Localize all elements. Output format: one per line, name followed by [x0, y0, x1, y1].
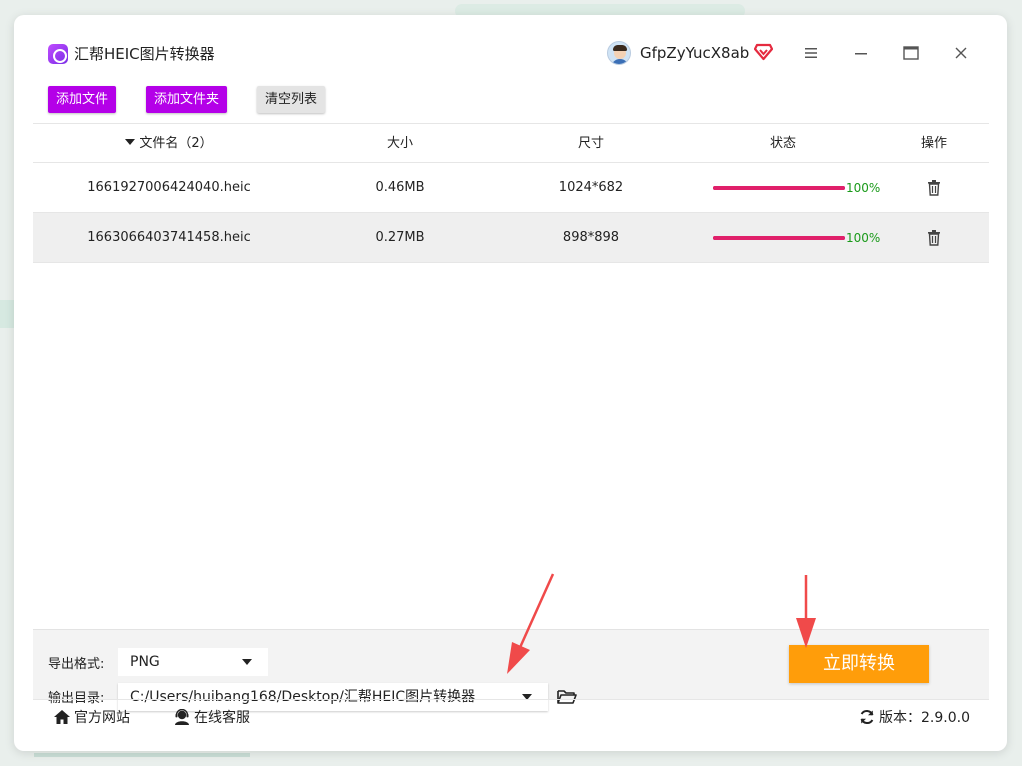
progress-bar: [713, 186, 845, 190]
home-icon: [54, 710, 70, 724]
add-folder-button[interactable]: 添加文件夹: [146, 86, 227, 113]
official-website-link[interactable]: 官方网站: [53, 708, 130, 728]
annotation-arrow-icon: [507, 573, 555, 674]
version-info[interactable]: 版本：2.9.0.0: [859, 708, 970, 728]
table-header: 文件名（2） 大小 尺寸 状态 操作: [33, 123, 989, 163]
online-support-link[interactable]: 在线客服: [173, 708, 250, 728]
online-support-label: 在线客服: [194, 710, 250, 726]
official-website-label: 官方网站: [74, 710, 130, 726]
footer: 官方网站 在线客服 版本：2.9.0.0: [33, 699, 989, 735]
trash-icon[interactable]: [927, 180, 941, 196]
file-size: 0.27MB: [375, 230, 425, 245]
table-row[interactable]: 1663066403741458.heic 0.27MB 898*898 100…: [33, 213, 989, 263]
close-icon[interactable]: [950, 42, 972, 64]
file-name: 1663066403741458.heic: [87, 230, 251, 245]
table-row[interactable]: 1661927006424040.heic 0.46MB 1024*682 10…: [33, 163, 989, 213]
add-file-button[interactable]: 添加文件: [48, 86, 116, 113]
column-header-name[interactable]: 文件名（2）: [33, 135, 305, 153]
progress-bar: [713, 236, 845, 240]
title-bar: 汇帮HEIC图片转换器 GfpZyYucX8ab: [14, 15, 1007, 73]
column-header-name-label: 文件名（2）: [139, 136, 213, 151]
menu-icon[interactable]: [800, 42, 822, 64]
file-name: 1661927006424040.heic: [87, 180, 251, 195]
app-logo-icon: [48, 44, 68, 64]
file-size: 0.46MB: [375, 180, 425, 195]
column-header-status: 状态: [769, 136, 796, 151]
format-label: 导出格式:: [48, 657, 105, 672]
maximize-icon[interactable]: [900, 42, 922, 64]
column-header-size: 大小: [386, 136, 413, 151]
format-select[interactable]: PNG: [118, 648, 268, 676]
file-dimensions: 1024*682: [558, 180, 624, 195]
sort-down-icon[interactable]: [125, 139, 136, 145]
vip-diamond-icon[interactable]: [754, 43, 773, 61]
refresh-icon: [860, 709, 874, 725]
progress-text: 100%: [846, 181, 881, 195]
file-dimensions: 898*898: [562, 230, 620, 245]
username[interactable]: GfpZyYucX8ab: [640, 43, 749, 63]
chevron-down-icon[interactable]: [242, 659, 252, 665]
user-avatar[interactable]: [607, 41, 631, 65]
clear-list-button[interactable]: 清空列表: [257, 86, 325, 113]
background-shape: [34, 753, 250, 757]
progress-text: 100%: [846, 231, 881, 245]
app-title: 汇帮HEIC图片转换器: [74, 45, 215, 63]
version-label: 版本：2.9.0.0: [879, 710, 970, 726]
minimize-icon[interactable]: [850, 42, 872, 64]
trash-icon[interactable]: [927, 230, 941, 246]
support-agent-icon: [175, 708, 189, 725]
format-value: PNG: [130, 654, 160, 670]
column-header-action: 操作: [920, 136, 947, 151]
column-header-dimensions: 尺寸: [577, 136, 604, 151]
annotation-arrow-icon: [796, 575, 816, 648]
